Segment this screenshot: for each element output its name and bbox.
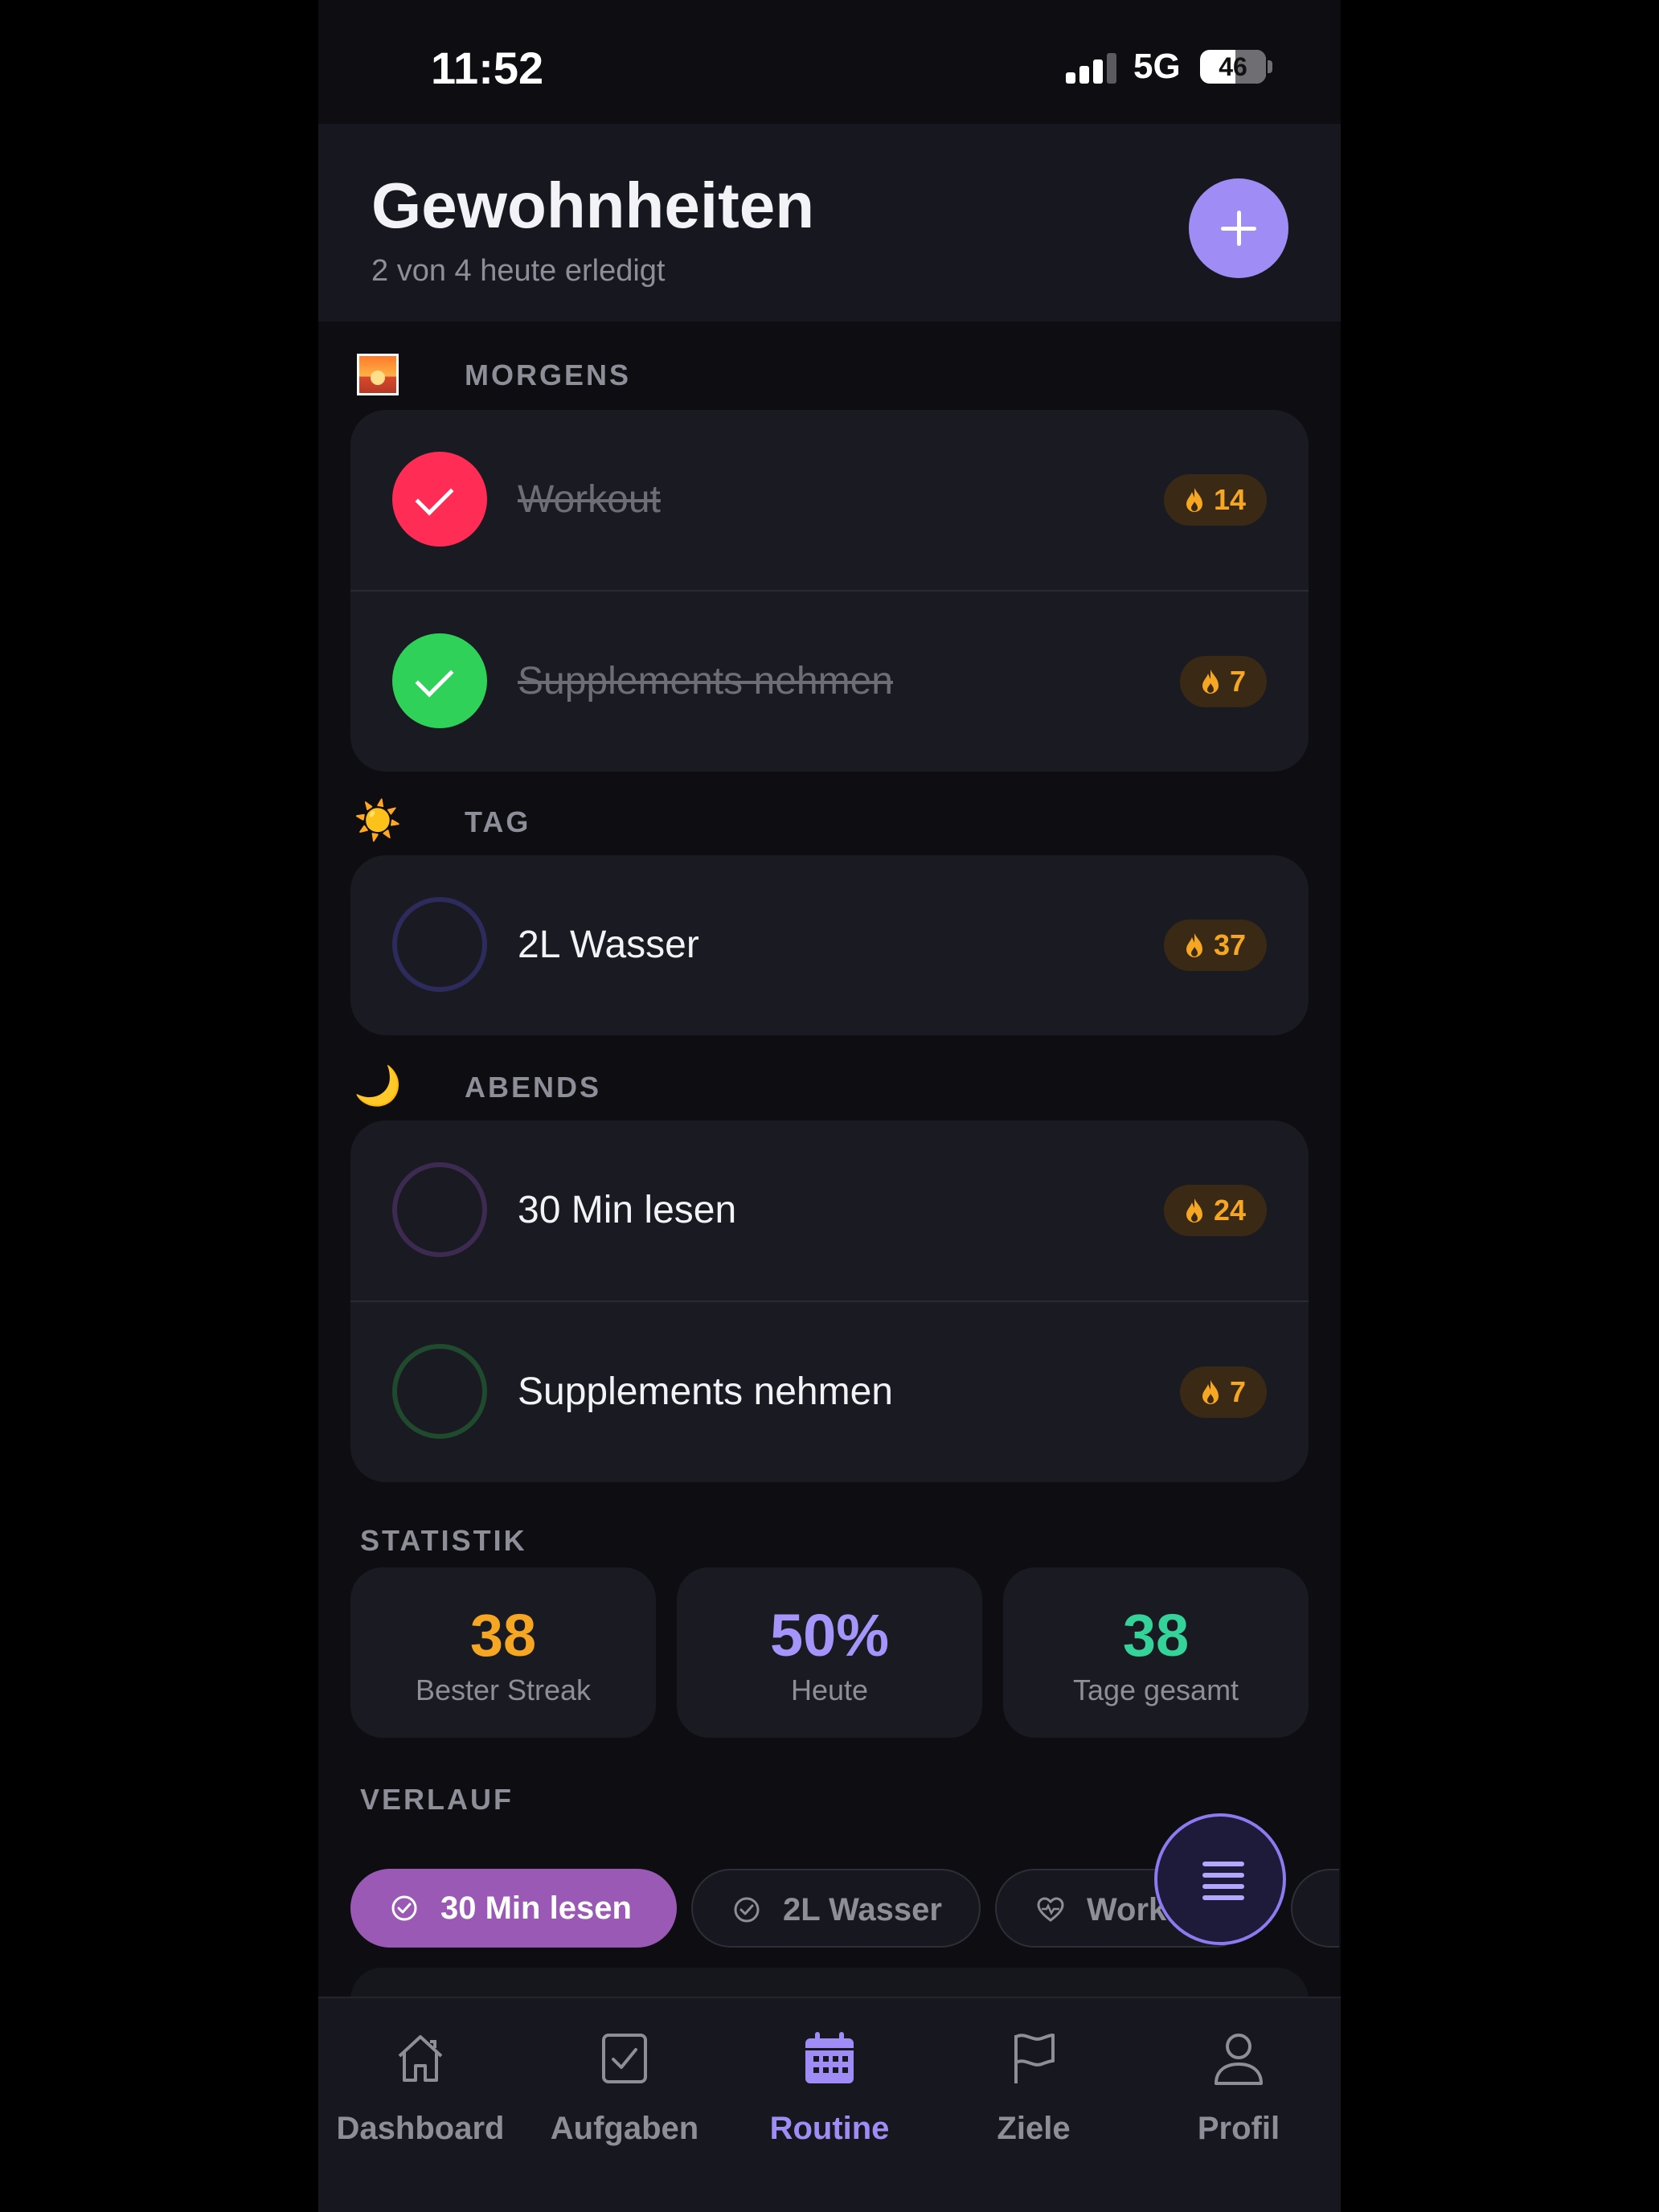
habit-card-evening: 30 Min lesen 24 Supplements nehmen 7 bbox=[350, 1120, 1309, 1482]
signal-icon bbox=[1066, 53, 1117, 84]
checkbox-icon bbox=[602, 2034, 647, 2083]
streak-count: 7 bbox=[1229, 665, 1246, 698]
streak-count: 24 bbox=[1213, 1194, 1246, 1227]
section-title: MORGENS bbox=[465, 358, 632, 391]
stat-card-best-streak: 38 Bester Streak bbox=[350, 1567, 656, 1738]
stat-value: 50% bbox=[769, 1602, 890, 1669]
streak-count: 14 bbox=[1213, 483, 1246, 516]
stat-value: 38 bbox=[1122, 1602, 1190, 1669]
habit-label: Supplements nehmen bbox=[518, 660, 893, 703]
habit-label: 30 Min lesen bbox=[518, 1189, 737, 1231]
battery-level: 46 bbox=[1219, 52, 1247, 81]
tab-label: Ziele bbox=[997, 2111, 1071, 2146]
battery-icon: 46 bbox=[1200, 50, 1266, 84]
calendar-icon bbox=[805, 2032, 854, 2083]
sunrise-icon bbox=[354, 350, 402, 399]
habit-checkbox[interactable] bbox=[392, 897, 487, 992]
menu-icon-line bbox=[1202, 1873, 1244, 1878]
person-icon bbox=[1215, 2034, 1263, 2085]
habit-checkbox[interactable] bbox=[392, 1162, 487, 1257]
streak-badge: 7 bbox=[1179, 1366, 1267, 1418]
stat-card-total-days: 38 Tage gesamt bbox=[1003, 1567, 1309, 1738]
habit-label: Workout bbox=[518, 478, 661, 521]
habit-row[interactable]: Supplements nehmen 7 bbox=[350, 1301, 1309, 1482]
status-bar: 11:52 5G 46 bbox=[318, 0, 1341, 124]
page-title: Gewohnheiten bbox=[371, 170, 815, 241]
status-time: 11:52 bbox=[431, 43, 544, 93]
network-label: 5G bbox=[1133, 47, 1181, 86]
check-circle-icon bbox=[391, 1895, 417, 1921]
stats-title: STATISTIK bbox=[360, 1524, 527, 1557]
check-circle-icon bbox=[734, 1897, 760, 1923]
menu-icon-line bbox=[1202, 1862, 1244, 1866]
stat-label: Tage gesamt bbox=[1072, 1673, 1239, 1706]
habit-card-day: 2L Wasser 37 bbox=[350, 855, 1309, 1035]
streak-count: 37 bbox=[1213, 928, 1246, 961]
tab-routine[interactable]: Routine bbox=[727, 1998, 932, 2159]
flame-icon bbox=[1186, 488, 1202, 512]
flame-icon bbox=[1202, 1380, 1219, 1404]
streak-badge: 14 bbox=[1163, 474, 1267, 526]
flame-icon bbox=[1186, 1198, 1202, 1223]
tab-tasks[interactable]: Aufgaben bbox=[522, 1998, 727, 2159]
habit-row[interactable]: Supplements nehmen 7 bbox=[350, 590, 1309, 772]
tab-profile[interactable]: Profil bbox=[1137, 1998, 1341, 2159]
habit-checkbox[interactable] bbox=[392, 633, 487, 728]
habit-label: 2L Wasser bbox=[518, 924, 699, 966]
tab-goals[interactable]: Ziele bbox=[932, 1998, 1136, 2159]
tab-dashboard[interactable]: Dashboard bbox=[318, 1998, 522, 2159]
tab-label: Aufgaben bbox=[550, 2111, 699, 2146]
streak-badge: 7 bbox=[1179, 656, 1267, 707]
stat-label: Heute bbox=[790, 1673, 869, 1706]
habit-checkbox[interactable] bbox=[392, 1344, 487, 1439]
streak-badge: 24 bbox=[1163, 1185, 1267, 1236]
menu-icon-line bbox=[1202, 1895, 1244, 1900]
home-icon bbox=[398, 2035, 443, 2082]
habit-label: Supplements nehmen bbox=[518, 1370, 893, 1413]
battery-tip bbox=[1268, 60, 1272, 73]
habit-row[interactable]: 30 Min lesen 24 bbox=[350, 1120, 1309, 1301]
habit-card-morning: Workout 14 Supplements nehmen 7 bbox=[350, 410, 1309, 772]
moon-icon: 🌙 bbox=[354, 1065, 402, 1108]
history-chip-partial bbox=[1291, 1869, 1339, 1948]
stat-card-today: 50% Heute bbox=[677, 1567, 982, 1738]
chip-label: 2L Wasser bbox=[783, 1892, 942, 1927]
history-chip-reading[interactable]: 30 Min lesen bbox=[350, 1869, 677, 1948]
phone-screen: 11:52 5G 46 Gewohnheiten 2 von 4 heute e… bbox=[318, 0, 1341, 2212]
history-chip-overflow[interactable] bbox=[1291, 1869, 1339, 1948]
habit-row[interactable]: Workout 14 bbox=[350, 410, 1309, 590]
history-chip-water[interactable]: 2L Wasser bbox=[691, 1869, 981, 1948]
section-title: ABENDS bbox=[465, 1071, 602, 1104]
flag-icon bbox=[1014, 2034, 1055, 2083]
history-title: VERLAUF bbox=[360, 1783, 514, 1816]
chip-label: 30 Min lesen bbox=[440, 1890, 632, 1926]
tab-bar: Dashboard Aufgaben Routine Ziele Profil bbox=[318, 1997, 1341, 2212]
streak-badge: 37 bbox=[1163, 920, 1267, 971]
menu-icon-line bbox=[1202, 1884, 1244, 1889]
streak-count: 7 bbox=[1229, 1375, 1246, 1408]
stat-label: Bester Streak bbox=[415, 1673, 592, 1706]
section-header-day: ☀️ TAG bbox=[354, 797, 1238, 846]
flame-icon bbox=[1202, 670, 1219, 694]
heart-pulse-icon bbox=[1037, 1897, 1064, 1922]
section-title: TAG bbox=[465, 805, 531, 838]
page-subtitle: 2 von 4 heute erledigt bbox=[371, 254, 666, 288]
page-header: Gewohnheiten 2 von 4 heute erledigt bbox=[318, 124, 1341, 322]
tab-label: Profil bbox=[1197, 2111, 1280, 2146]
section-header-evening: 🌙 ABENDS bbox=[354, 1063, 1238, 1111]
add-habit-button[interactable] bbox=[1189, 178, 1288, 278]
habit-checkbox[interactable] bbox=[392, 452, 487, 547]
sun-icon: ☀️ bbox=[354, 800, 402, 842]
habit-row[interactable]: 2L Wasser 37 bbox=[350, 855, 1309, 1035]
flame-icon bbox=[1186, 933, 1202, 957]
stat-value: 38 bbox=[469, 1602, 537, 1669]
menu-fab-button[interactable] bbox=[1154, 1813, 1286, 1945]
section-header-morning: MORGENS bbox=[354, 350, 1238, 399]
tab-label: Routine bbox=[769, 2111, 890, 2146]
tab-label: Dashboard bbox=[336, 2111, 505, 2146]
